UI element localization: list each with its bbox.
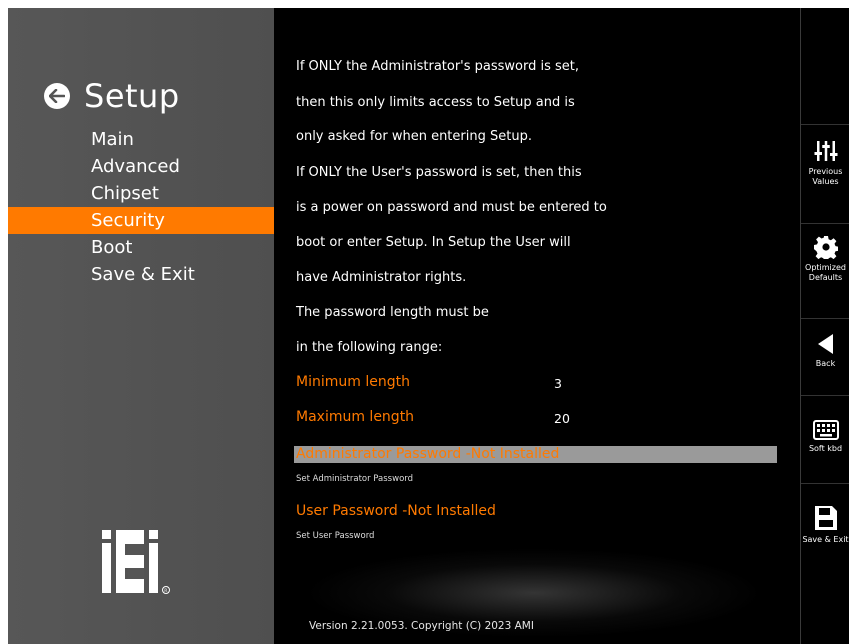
admin-password-desc: Set Administrator Password [296, 474, 414, 484]
previous-values-button[interactable]: Previous Values [801, 139, 849, 187]
help-line-6: boot or enter Setup. In Setup the User w… [296, 235, 571, 250]
toolbar-divider [801, 395, 849, 396]
previous-values-label-2: Values [812, 177, 839, 186]
sidebar: Setup Main Advanced Chipset Security Boo… [8, 8, 274, 644]
min-length-value: 3 [554, 376, 562, 391]
main-content: If ONLY the Administrator's password is … [274, 8, 800, 644]
help-line-3: only asked for when entering Setup. [296, 129, 532, 144]
back-label: Back [815, 359, 836, 368]
frame-top [0, 0, 849, 8]
help-line-7: have Administrator rights. [296, 270, 467, 285]
sidebar-item-security[interactable]: Security [8, 207, 274, 234]
toolbar-divider [801, 124, 849, 125]
min-length-label: Minimum length [296, 374, 410, 390]
floppy-disk-icon [814, 506, 837, 530]
page-title: Setup [84, 77, 180, 115]
previous-values-label-1: Previous [808, 167, 843, 176]
sidebar-item-chipset[interactable]: Chipset [8, 180, 274, 207]
back-button[interactable]: Back [801, 333, 849, 369]
save-exit-button[interactable]: Save & Exit [801, 505, 849, 545]
setup-header: Setup [44, 76, 180, 116]
back-arrow-icon[interactable] [44, 83, 70, 109]
max-length-label: Maximum length [296, 409, 415, 425]
sidebar-item-boot[interactable]: Boot [8, 234, 274, 261]
user-password-item[interactable]: User Password -Not Installed [296, 503, 496, 519]
svg-text:R: R [164, 588, 167, 594]
frame-left [0, 0, 8, 644]
help-line-2: then this only limits access to Setup an… [296, 95, 575, 110]
soft-keyboard-label: Soft kbd [808, 444, 843, 453]
right-toolbar: Previous Values Optimized Defaults Back … [800, 8, 849, 644]
user-password-desc: Set User Password [296, 531, 375, 541]
optimized-defaults-label-1: Optimized [805, 263, 846, 272]
soft-keyboard-button[interactable]: Soft kbd [801, 420, 849, 454]
sliders-icon [814, 141, 837, 161]
sidebar-item-save-exit[interactable]: Save & Exit [8, 261, 274, 288]
help-line-5: is a power on password and must be enter… [296, 200, 607, 215]
sidebar-item-advanced[interactable]: Advanced [8, 153, 274, 180]
sidebar-item-main[interactable]: Main [8, 126, 274, 153]
iei-logo: R [98, 528, 198, 598]
toolbar-divider [801, 483, 849, 484]
optimized-defaults-label-2: Defaults [808, 273, 843, 282]
main-menu: Main Advanced Chipset Security Boot Save… [8, 126, 274, 288]
back-triangle-icon [817, 334, 833, 354]
keyboard-icon [812, 420, 839, 440]
help-line-1: If ONLY the Administrator's password is … [296, 59, 580, 74]
help-line-8: The password length must be [296, 305, 489, 320]
version-footer: Version 2.21.0053. Copyright (C) 2023 AM… [309, 620, 534, 632]
toolbar-divider [801, 223, 849, 224]
max-length-value: 20 [554, 411, 570, 426]
optimized-defaults-button[interactable]: Optimized Defaults [801, 235, 849, 283]
help-line-4: If ONLY the User's password is set, then… [296, 165, 582, 180]
save-exit-label: Save & Exit [802, 535, 849, 544]
help-line-9: in the following range: [296, 340, 443, 355]
admin-password-item[interactable]: Administrator Password -Not Installed [296, 446, 559, 462]
gear-icon [813, 236, 839, 262]
toolbar-divider [801, 318, 849, 319]
